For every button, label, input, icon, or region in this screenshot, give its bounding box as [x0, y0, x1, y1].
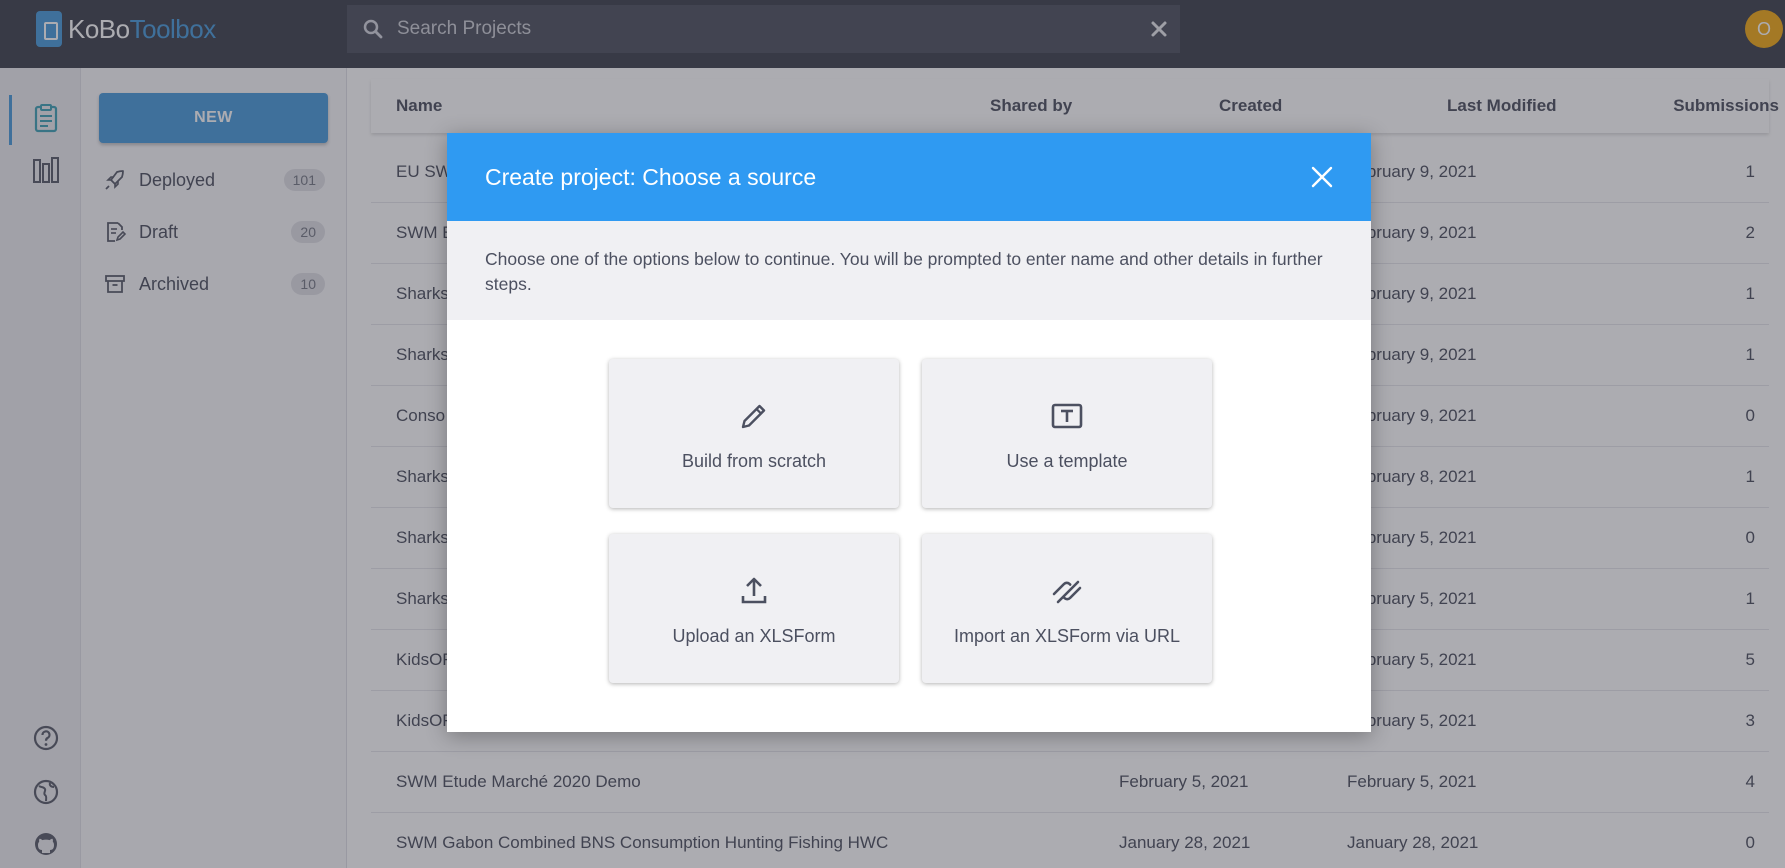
modal-description: Choose one of the options below to conti… [447, 221, 1371, 320]
option-label: Build from scratch [681, 451, 827, 471]
build-from-scratch-button[interactable]: Build from scratch [609, 359, 899, 508]
option-label: Upload an XLSForm [672, 626, 836, 646]
pencil-icon [741, 404, 766, 429]
create-project-modal: Create project: Choose a source Choose o… [447, 133, 1371, 732]
template-icon [1051, 403, 1083, 429]
option-label: Use a template [1006, 451, 1128, 471]
modal-header: Create project: Choose a source [447, 133, 1371, 221]
import-xlsform-url-button[interactable]: Import an XLSForm via URL [922, 534, 1212, 683]
use-template-button[interactable]: Use a template [922, 359, 1212, 508]
option-label: Import an XLSForm via URL [953, 626, 1181, 646]
upload-icon [741, 577, 767, 604]
modal-title: Create project: Choose a source [485, 163, 817, 190]
close-icon[interactable] [1311, 166, 1333, 188]
upload-xlsform-button[interactable]: Upload an XLSForm [609, 534, 899, 683]
link-icon [1052, 580, 1082, 604]
